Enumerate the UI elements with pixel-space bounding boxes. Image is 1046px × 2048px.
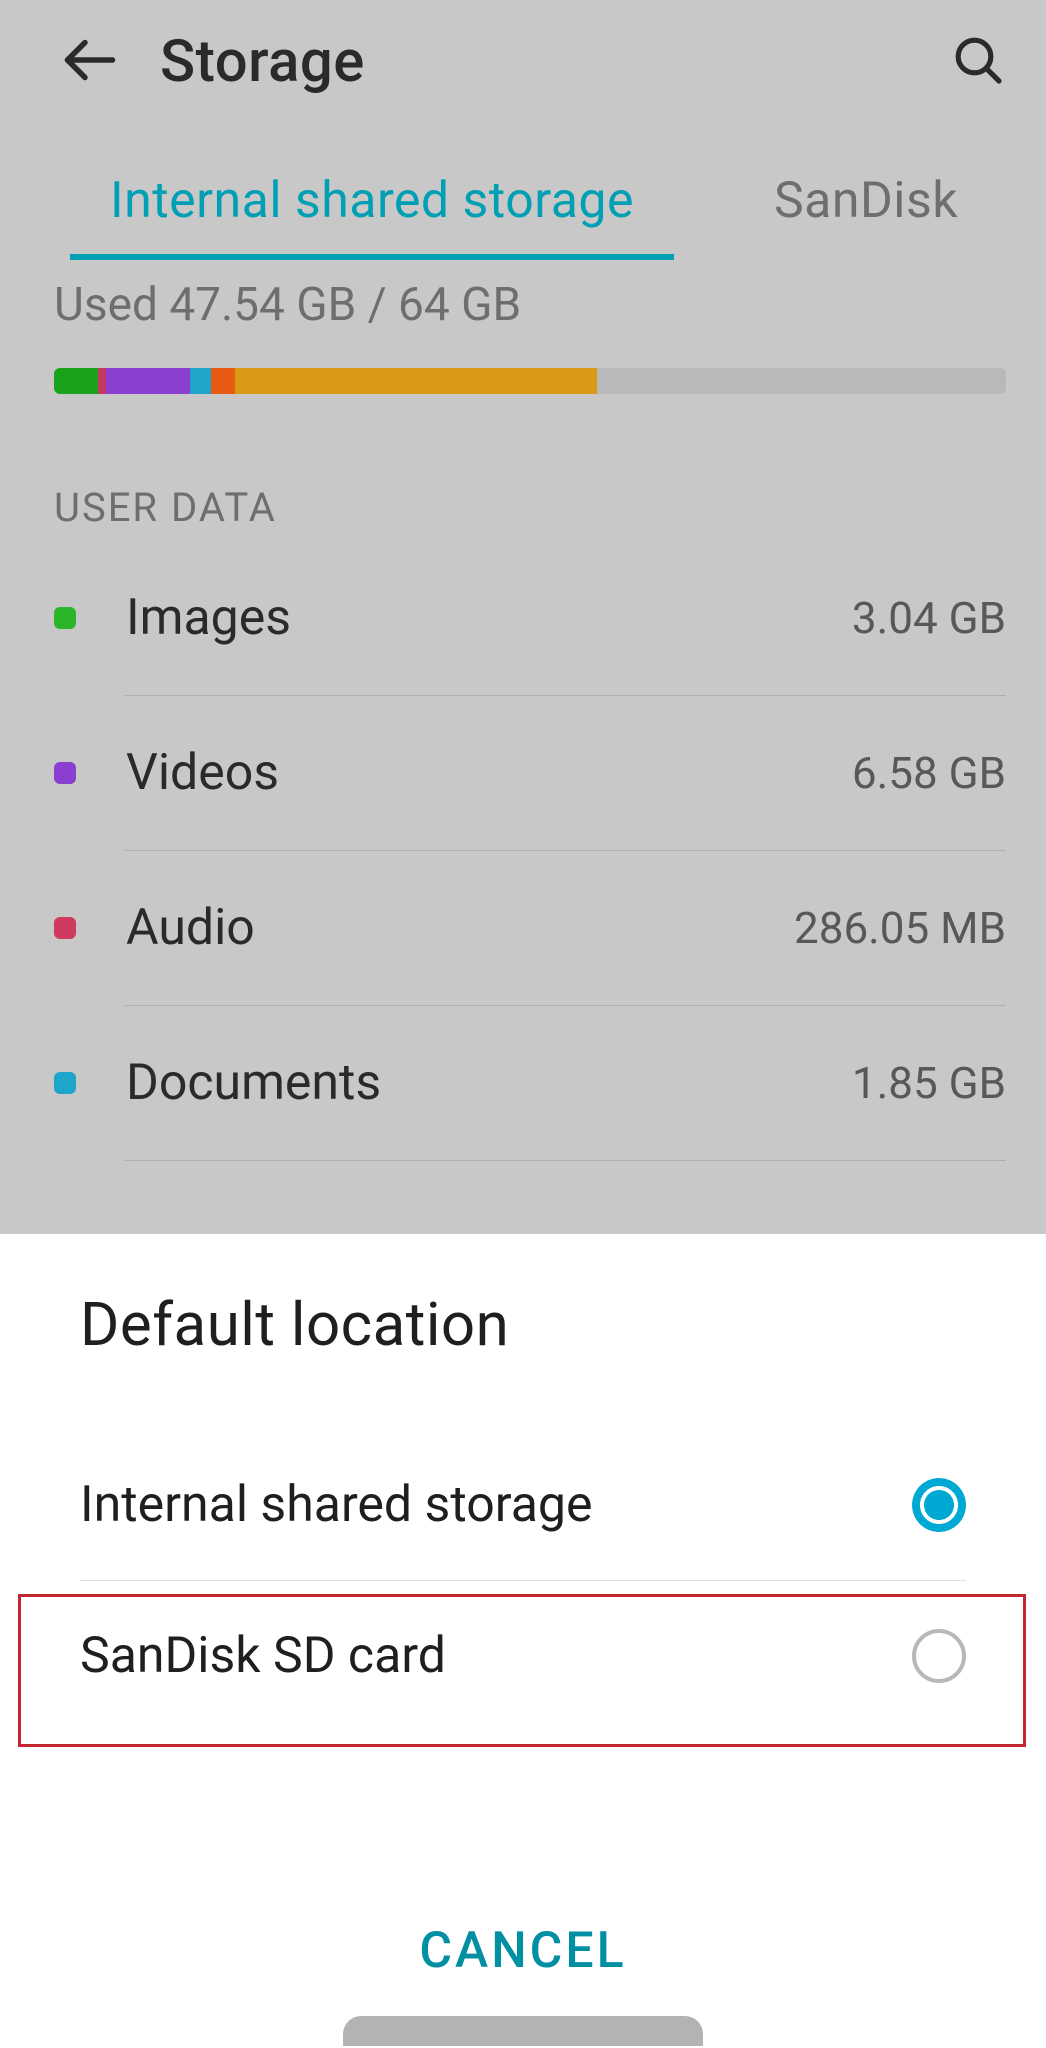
usage-segment (235, 368, 597, 394)
search-icon[interactable] (950, 32, 1006, 92)
category-label: Images (126, 589, 291, 647)
option-internal-storage[interactable]: Internal shared storage (0, 1430, 1046, 1580)
option-sandisk-sd[interactable]: SanDisk SD card (0, 1581, 1046, 1731)
category-color-icon (54, 1072, 76, 1094)
category-row[interactable]: Documents 1.85 GB (0, 1006, 1006, 1160)
tab-internal[interactable]: Internal shared storage (70, 156, 674, 260)
usage-segment (106, 368, 190, 394)
usage-text: Used 47.54 GB / 64 GB (0, 260, 1046, 332)
category-color-icon (54, 762, 76, 784)
section-user-data: USER DATA (0, 394, 1046, 541)
default-location-dialog: Default location Internal shared storage… (0, 1234, 1046, 2048)
category-list: Images 3.04 GB Videos 6.58 GB Audio 286.05 MB… (0, 541, 1046, 1161)
category-row[interactable]: Videos 6.58 GB (0, 696, 1006, 850)
option-label: SanDisk SD card (80, 1627, 446, 1685)
category-row[interactable]: Images 3.04 GB (0, 541, 1006, 695)
category-color-icon (54, 917, 76, 939)
usage-bar (54, 368, 1006, 394)
category-size: 286.05 MB (794, 902, 1006, 954)
usage-segment (211, 368, 235, 394)
dialog-title: Default location (0, 1234, 1046, 1400)
tab-sandisk[interactable]: SanDisk (734, 156, 998, 260)
category-size: 3.04 GB (852, 592, 1006, 644)
cancel-button[interactable]: CANCEL (0, 1922, 1046, 1980)
radio-unselected-icon (912, 1629, 966, 1683)
storage-tabs: Internal shared storage SanDisk (0, 116, 1046, 260)
category-label: Documents (126, 1054, 381, 1112)
usage-segment (98, 368, 107, 394)
usage-segment (54, 368, 98, 394)
category-row[interactable]: Audio 286.05 MB (0, 851, 1006, 1005)
list-divider (125, 1160, 1006, 1161)
category-size: 6.58 GB (852, 747, 1006, 799)
app-bar: Storage (0, 0, 1046, 116)
nav-handle (343, 2016, 703, 2046)
radio-selected-icon (912, 1478, 966, 1532)
usage-segment (190, 368, 211, 394)
category-label: Videos (126, 744, 279, 802)
category-color-icon (54, 607, 76, 629)
category-label: Audio (126, 899, 255, 957)
page-title: Storage (160, 28, 365, 96)
back-arrow-icon[interactable] (60, 30, 120, 94)
category-size: 1.85 GB (852, 1057, 1006, 1109)
option-label: Internal shared storage (80, 1476, 592, 1534)
